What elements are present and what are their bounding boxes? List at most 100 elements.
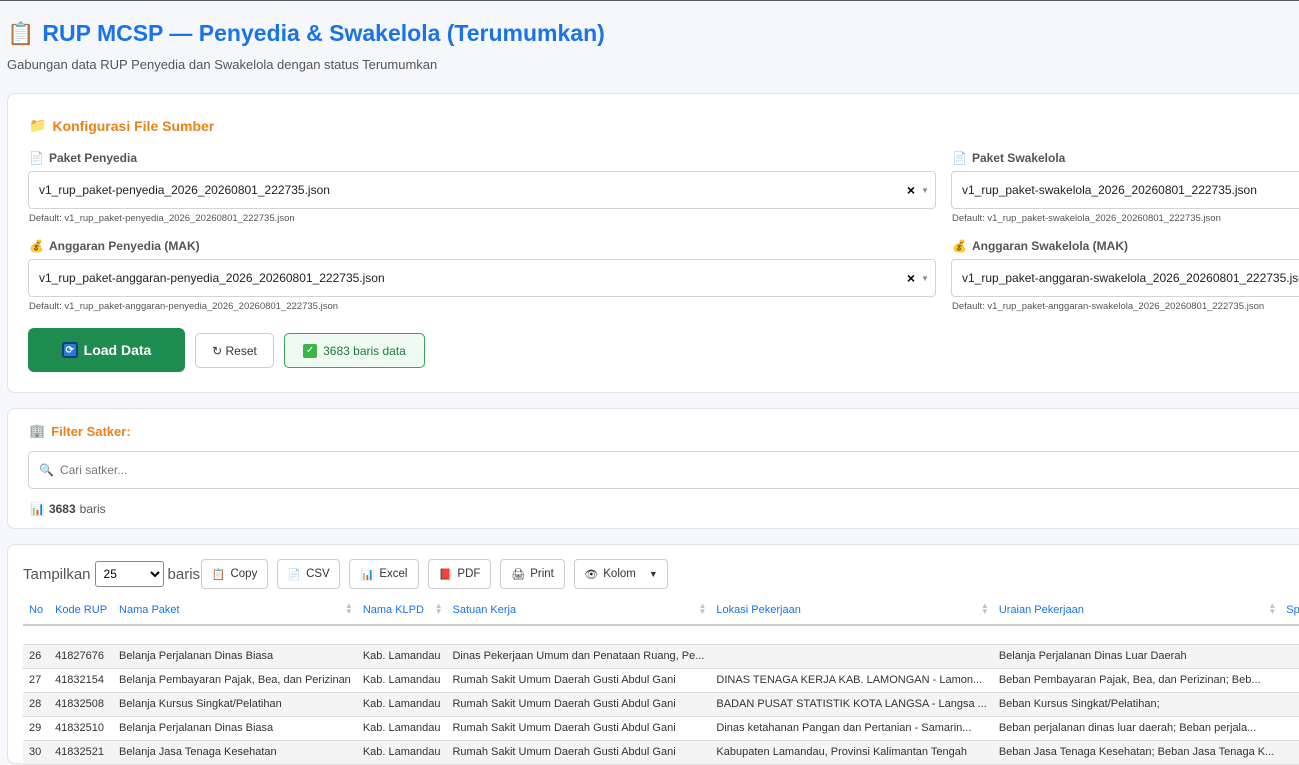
csv-button[interactable]: 📄 CSV: [277, 559, 341, 589]
table-row[interactable]: 26 41827676 Belanja Perjalanan Dinas Biasa…: [23, 644, 1299, 669]
eye-icon: 👁: [584, 568, 599, 581]
col-header-label: Nama Paket: [119, 603, 180, 616]
anggaran-swakelola-label: 💰 Anggaran Swakelola (MAK): [952, 239, 1128, 253]
config-card: 📁 Konfigurasi File Sumber 📄 Paket Penyed…: [7, 93, 1299, 393]
table-cell: Kabupaten Lamandau, Provinsi Kalimantan …: [710, 740, 993, 765]
paket-penyedia-label-text: Paket Penyedia: [48, 151, 138, 165]
table-row[interactable]: 30 41832521 Belanja Jasa Tenaga Kesehatan K…: [23, 740, 1299, 765]
table-cell: [1280, 692, 1299, 717]
pdf-icon: 📕: [438, 568, 453, 581]
print-label: Print: [530, 568, 554, 580]
table-cell: 41827676: [49, 644, 114, 669]
table-card: Tampilkan 25 baris 📋 Copy 📄 CSV 📊 Excel …: [7, 544, 1299, 765]
col-header[interactable]: Nama Paket ▲ ▼: [113, 595, 357, 626]
col-header[interactable]: Spesifikasi: [1280, 595, 1299, 626]
col-header-label: Lokasi Pekerjaan: [716, 603, 801, 616]
anggaran-penyedia-label: 💰 Anggaran Penyedia (MAK): [29, 239, 200, 253]
money-bag-icon: 💰: [29, 239, 44, 253]
printer-icon: 🖨: [511, 568, 526, 581]
table-cell: 26: [23, 644, 50, 669]
table-cell: DINAS TENAGA KERJA KAB. LAMONGAN - Lamon…: [710, 668, 993, 693]
sort-icon: ▲ ▼: [980, 601, 989, 616]
anggaran-swakelola-select[interactable]: v1_rup_paket-anggaran-swakelola_2026_202…: [951, 259, 1299, 297]
excel-button[interactable]: 📊 Excel: [349, 559, 420, 589]
page-title-text: RUP MCSP — Penyedia & Swakelola (Terumum…: [42, 20, 605, 46]
rup-table: No Kode RUP Nama Paket ▲ ▼ Nama KLPD ▲ ▼ Sat…: [23, 595, 1299, 765]
load-data-label: Load Data: [83, 342, 152, 358]
kolom-label: Kolom: [603, 568, 636, 580]
col-header[interactable]: No: [23, 595, 50, 626]
paket-penyedia-default: Default: v1_rup_paket-penyedia_2026_2026…: [29, 213, 295, 224]
table-row[interactable]: 28 41832508 Belanja Kursus Singkat/Pelatih…: [23, 692, 1299, 717]
rows-loaded-text: 3683 baris data: [323, 343, 406, 358]
chevron-down-icon[interactable]: ▼: [921, 186, 929, 195]
spreadsheet-icon: 📊: [360, 568, 375, 581]
clear-icon[interactable]: ×: [907, 182, 915, 198]
paket-penyedia-select[interactable]: v1_rup_paket-penyedia_2026_20260801_2227…: [28, 171, 936, 209]
satker-search-placeholder: Cari satker...: [59, 463, 128, 477]
page-size-select[interactable]: 25: [94, 561, 164, 587]
table-cell: Belanja Jasa Tenaga Kesehatan: [113, 740, 357, 765]
table-row[interactable]: 27 41832154 Belanja Pembayaran Pajak, Bea,…: [23, 668, 1299, 693]
csv-label: CSV: [306, 568, 330, 580]
filter-title-text: Filter Satker:: [51, 423, 131, 439]
filter-section-title: 🏢 Filter Satker:: [29, 423, 131, 439]
sort-icon: ▲ ▼: [1268, 601, 1277, 616]
table-cell: Rumah Sakit Umum Daerah Gusti Abdul Gani: [446, 716, 711, 741]
table-cell: Belanja Perjalanan Dinas Biasa: [113, 644, 357, 669]
sort-icon: ▲ ▼: [698, 601, 707, 616]
table-cell: Kab. Lamandau: [356, 644, 447, 669]
col-header-label: Satuan Kerja: [452, 603, 517, 616]
col-header-label: Uraian Pekerjaan: [998, 603, 1084, 616]
table-cell: Rumah Sakit Umum Daerah Gusti Abdul Gani: [446, 692, 711, 717]
page-title: 📋 RUP MCSP — Penyedia & Swakelola (Terum…: [7, 20, 605, 47]
copy-button[interactable]: 📋 Copy: [201, 559, 269, 589]
kolom-button[interactable]: 👁 Kolom ▼: [574, 559, 669, 589]
col-header[interactable]: Lokasi Pekerjaan ▲ ▼: [710, 595, 993, 626]
filter-card: 🏢 Filter Satker: 🔍 Cari satker... 📊 3683…: [7, 408, 1299, 529]
table-cell: 41832510: [49, 716, 114, 741]
table-cell: Beban Kursus Singkat/Pelatihan;: [992, 692, 1281, 717]
table-toolbar: Tampilkan 25 baris 📋 Copy 📄 CSV 📊 Excel …: [23, 559, 669, 589]
table-cell: 27: [23, 668, 50, 693]
anggaran-penyedia-select[interactable]: v1_rup_paket-anggaran-penyedia_2026_2026…: [28, 259, 936, 297]
clipboard-icon: 📋: [211, 568, 226, 581]
load-data-button[interactable]: ⟳ Load Data: [28, 328, 185, 372]
table-cell: Kab. Lamandau: [356, 668, 447, 693]
refresh-icon: ⟳: [61, 342, 78, 358]
copy-label: Copy: [230, 568, 258, 580]
reset-button[interactable]: ↻ Reset: [195, 333, 274, 368]
col-header[interactable]: Uraian Pekerjaan ▲ ▼: [992, 595, 1281, 626]
paket-swakelola-select[interactable]: v1_rup_paket-swakelola_2026_20260801_222…: [951, 171, 1299, 209]
satker-count-value: 3683: [48, 502, 76, 516]
table-cell: Rumah Sakit Umum Daerah Gusti Abdul Gani: [446, 740, 711, 765]
print-button[interactable]: 🖨 Print: [500, 559, 566, 589]
table-cell: 29: [23, 716, 50, 741]
clear-icon[interactable]: ×: [907, 270, 915, 286]
table-cell: Beban Jasa Tenaga Kesehatan; Beban Jasa …: [992, 740, 1281, 765]
table-cell: Beban Pembayaran Pajak, Bea, dan Perizin…: [992, 668, 1281, 693]
chevron-down-icon[interactable]: ▼: [921, 274, 929, 283]
anggaran-swakelola-value: v1_rup_paket-anggaran-swakelola_2026_202…: [962, 271, 1299, 285]
window-top-border: [0, 0, 1299, 1]
pdf-button[interactable]: 📕 PDF: [428, 559, 492, 589]
money-bag-icon: 💰: [952, 239, 967, 253]
document-icon: 📄: [29, 151, 44, 165]
table-row[interactable]: 29 41832510 Belanja Perjalanan Dinas Biasa…: [23, 716, 1299, 741]
paket-penyedia-value: v1_rup_paket-penyedia_2026_20260801_2227…: [39, 183, 330, 197]
table-cell: [1280, 740, 1299, 765]
col-header[interactable]: Kode RUP: [49, 595, 114, 626]
table-cell: 30: [23, 740, 50, 765]
sort-icon: ▲ ▼: [344, 601, 353, 616]
caret-down-icon: ▼: [648, 569, 658, 579]
col-header[interactable]: Satuan Kerja ▲ ▼: [446, 595, 711, 626]
rows-loaded-badge: ✓ 3683 baris data: [284, 333, 425, 368]
col-header[interactable]: Nama KLPD ▲ ▼: [356, 595, 447, 626]
page-header: 📋 RUP MCSP — Penyedia & Swakelola (Terum…: [7, 20, 605, 72]
table-cell: Belanja Perjalanan Dinas Biasa: [113, 716, 357, 741]
bar-chart-icon: 📊: [30, 502, 45, 516]
col-header-label: Nama KLPD: [362, 603, 424, 616]
satker-search-input[interactable]: 🔍 Cari satker...: [28, 451, 1299, 489]
rows-label: baris: [167, 565, 201, 583]
satker-count: 📊 3683 baris: [30, 502, 106, 516]
